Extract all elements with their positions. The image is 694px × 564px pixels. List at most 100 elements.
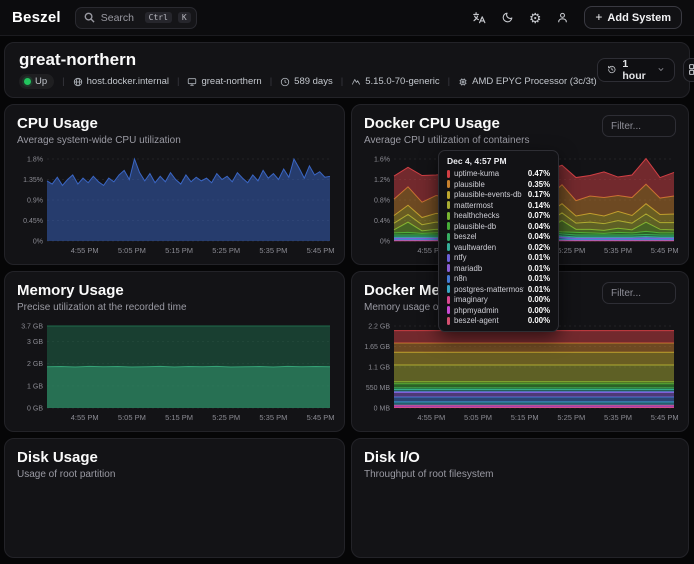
series-name: phpmyadmin (454, 306, 524, 315)
svg-text:5:45 PM: 5:45 PM (307, 246, 334, 255)
hostname-label: host.docker.internal (87, 76, 169, 87)
tooltip-row: postgres-mattermost 0.01% (447, 285, 550, 294)
svg-text:5:35 PM: 5:35 PM (604, 413, 632, 422)
series-color-swatch (447, 170, 450, 178)
series-color-swatch (447, 222, 450, 230)
tooltip-row: phpmyadmin 0.00% (447, 306, 550, 315)
tooltip-row: n8n0.01% (447, 274, 550, 283)
series-color-swatch (447, 201, 450, 209)
uptime-label: 589 days (294, 76, 333, 87)
user-icon[interactable] (556, 11, 569, 24)
series-value: 0.04% (528, 232, 550, 241)
series-value: 0.01% (528, 253, 550, 262)
tooltip-row: plausible-events-db0.17% (447, 190, 550, 199)
globe-icon (73, 77, 83, 87)
svg-text:5:25 PM: 5:25 PM (212, 246, 240, 255)
svg-text:1.2%: 1.2% (374, 177, 390, 184)
svg-text:0%: 0% (33, 239, 43, 246)
card-title: Memory Usage (17, 282, 332, 299)
series-name: postgres-mattermost (454, 285, 524, 294)
series-name: ntfy (454, 253, 524, 262)
cards-grid: CPU Usage Average system-wide CPU utiliz… (4, 104, 690, 558)
series-color-swatch (447, 254, 450, 262)
series-name: healthchecks (454, 211, 524, 220)
plus-icon: + (595, 10, 602, 24)
series-value: 0.00% (528, 295, 550, 304)
tooltip-row: plausible-db0.04% (447, 222, 550, 231)
series-value: 0.00% (528, 306, 550, 315)
machine-label: great-northern (201, 76, 261, 87)
memory-usage-card: Memory Usage Precise utilization at the … (4, 271, 345, 432)
theme-toggle-moon-icon[interactable] (501, 11, 514, 24)
status-badge: Up (19, 74, 54, 89)
card-subtitle: Usage of root partition (17, 469, 332, 480)
top-nav: Beszel Search Ctrl K ⚙ + Add System (0, 0, 694, 36)
series-name: mariadb (454, 264, 524, 273)
language-icon[interactable] (472, 11, 486, 25)
docker-memory-usage-chart[interactable]: 2.2 GB1.65 GB1.1 GB550 MB0 MB4:55 PM5:05… (364, 320, 676, 423)
svg-text:1 GB: 1 GB (27, 383, 43, 390)
svg-text:5:05 PM: 5:05 PM (464, 413, 492, 422)
svg-text:1.1 GB: 1.1 GB (368, 365, 390, 372)
search-icon (84, 12, 95, 23)
series-value: 0.01% (528, 274, 550, 283)
svg-text:0.4%: 0.4% (374, 218, 390, 225)
app-logo[interactable]: Beszel (12, 9, 61, 26)
layout-grid-icon (688, 63, 694, 76)
chart-tooltip: Dec 4, 4:57 PM uptime-kuma0.47%plausible… (438, 150, 559, 332)
hostname-chip: host.docker.internal (73, 76, 169, 87)
series-name: mattermost (454, 201, 524, 210)
settings-gear-icon[interactable]: ⚙ (529, 11, 542, 25)
tooltip-row: healthchecks0.07% (447, 211, 550, 220)
series-value: 0.00% (528, 316, 550, 325)
grid-layout-button[interactable] (683, 58, 694, 82)
system-controls: 1 hour (597, 58, 694, 82)
series-name: beszel (454, 232, 524, 241)
svg-text:4:55 PM: 4:55 PM (71, 246, 99, 255)
add-system-button[interactable]: + Add System (584, 6, 682, 29)
series-name: uptime-kuma (454, 169, 524, 178)
series-color-swatch (447, 264, 450, 272)
divider: | (341, 76, 343, 87)
series-value: 0.01% (528, 285, 550, 294)
docker-memory-filter-input[interactable] (602, 282, 676, 304)
tooltip-row: uptime-kuma0.47% (447, 169, 550, 178)
svg-text:5:25 PM: 5:25 PM (212, 413, 240, 422)
svg-text:5:35 PM: 5:35 PM (259, 246, 287, 255)
search-input[interactable]: Search Ctrl K (75, 7, 197, 29)
card-title: Disk Usage (17, 449, 332, 466)
cpu-chip-icon (458, 77, 468, 87)
svg-text:0.8%: 0.8% (374, 198, 390, 205)
kernel-chip: 5.15.0-70-generic (351, 76, 439, 87)
uptime-chip: 589 days (280, 76, 333, 87)
tooltip-row: beszel-agent0.00% (447, 316, 550, 325)
disk-usage-card: Disk Usage Usage of root partition (4, 438, 345, 558)
svg-text:5:35 PM: 5:35 PM (604, 246, 632, 255)
kernel-label: 5.15.0-70-generic (365, 76, 439, 87)
series-color-swatch (447, 306, 450, 314)
shortcut-key-k: K (178, 12, 191, 23)
series-name: imaginary (454, 295, 524, 304)
time-range-select[interactable]: 1 hour (597, 58, 675, 82)
svg-text:5:45 PM: 5:45 PM (307, 413, 334, 422)
search-placeholder: Search (101, 12, 139, 24)
series-color-swatch (447, 296, 450, 304)
clock-icon (280, 77, 290, 87)
svg-text:1.8%: 1.8% (27, 157, 43, 164)
memory-usage-chart[interactable]: 3.7 GB3 GB2 GB1 GB0 GB4:55 PM5:05 PM5:15… (17, 320, 332, 423)
cpu-model-label: AMD EPYC Processor (3c/3t) (472, 76, 597, 87)
svg-text:5:05 PM: 5:05 PM (118, 246, 146, 255)
tooltip-row: vaultwarden0.02% (447, 243, 550, 252)
divider: | (62, 76, 64, 87)
series-color-swatch (447, 212, 450, 220)
svg-text:4:55 PM: 4:55 PM (417, 413, 445, 422)
svg-text:5:15 PM: 5:15 PM (165, 413, 193, 422)
status-label: Up (35, 76, 47, 87)
docker-cpu-filter-input[interactable] (602, 115, 676, 137)
svg-text:1.35%: 1.35% (23, 177, 43, 184)
tooltip-row: mattermost0.14% (447, 201, 550, 210)
series-color-swatch (447, 317, 450, 325)
series-color-swatch (447, 243, 450, 251)
system-header-card: great-northern Up | host.docker.internal… (4, 42, 690, 98)
cpu-usage-chart[interactable]: 1.8%1.35%0.9%0.45%0%4:55 PM5:05 PM5:15 P… (17, 153, 332, 256)
